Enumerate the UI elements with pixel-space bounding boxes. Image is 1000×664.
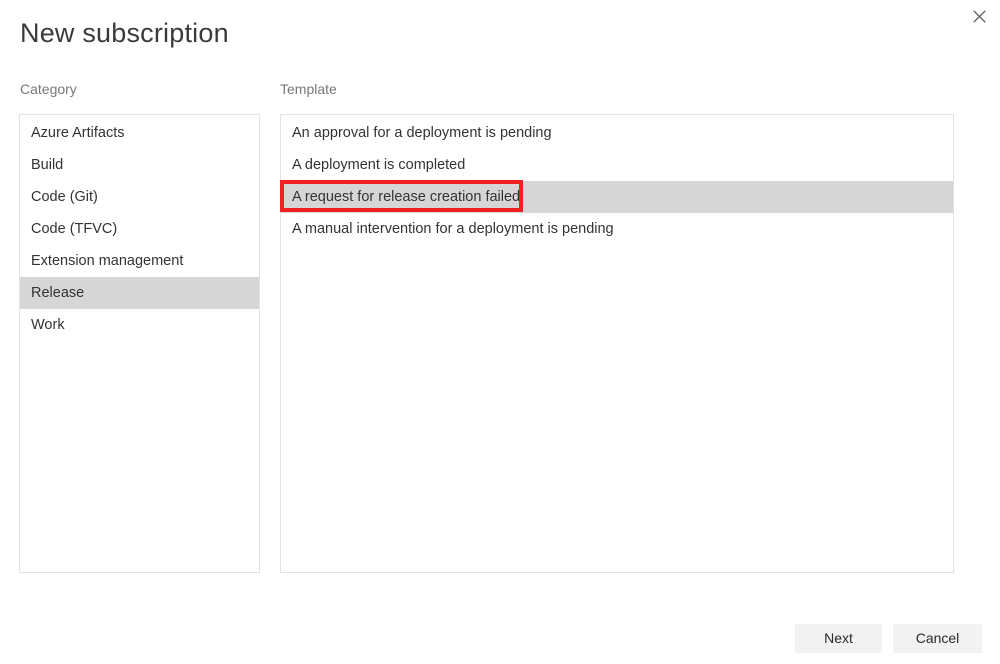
close-icon[interactable]: [964, 2, 994, 30]
category-list-item[interactable]: Build: [20, 149, 259, 181]
category-list-item-label: Extension management: [31, 253, 183, 269]
category-list-item-label: Work: [31, 317, 65, 333]
category-list-item[interactable]: Azure Artifacts: [20, 117, 259, 149]
template-list-item[interactable]: An approval for a deployment is pending: [281, 117, 953, 149]
template-list-item-label: An approval for a deployment is pending: [292, 125, 552, 141]
template-column-label: Template: [280, 80, 337, 98]
template-list-item-label: A deployment is completed: [292, 157, 465, 173]
template-list-panel: An approval for a deployment is pending A…: [280, 114, 954, 573]
next-button[interactable]: Next: [795, 624, 882, 653]
category-list-item-label: Code (Git): [31, 189, 98, 205]
category-list-item[interactable]: Code (Git): [20, 181, 259, 213]
category-list-item[interactable]: Extension management: [20, 245, 259, 277]
page-title: New subscription: [20, 16, 229, 50]
category-list-item[interactable]: Release: [20, 277, 259, 309]
category-list-item-label: Azure Artifacts: [31, 125, 124, 141]
template-list-item-label: A manual intervention for a deployment i…: [292, 221, 614, 237]
template-list-item[interactable]: A deployment is completed: [281, 149, 953, 181]
template-list-item-label: A request for release creation failed: [292, 189, 520, 205]
category-list-item-label: Code (TFVC): [31, 221, 117, 237]
category-list: Azure Artifacts Build Code (Git) Code (TFVC…: [20, 115, 259, 341]
template-list: An approval for a deployment is pending A…: [281, 115, 953, 245]
category-list-panel: Azure Artifacts Build Code (Git) Code (TFVC…: [19, 114, 260, 573]
category-list-item-label: Build: [31, 157, 63, 173]
category-list-item[interactable]: Work: [20, 309, 259, 341]
template-list-item[interactable]: A manual intervention for a deployment i…: [281, 213, 953, 245]
template-list-item[interactable]: A request for release creation failed: [281, 181, 953, 213]
category-list-item[interactable]: Code (TFVC): [20, 213, 259, 245]
cancel-button[interactable]: Cancel: [893, 624, 982, 653]
category-list-item-label: Release: [31, 285, 84, 301]
category-column-label: Category: [20, 80, 77, 98]
new-subscription-dialog: New subscription Category Template Azure…: [0, 0, 1000, 664]
